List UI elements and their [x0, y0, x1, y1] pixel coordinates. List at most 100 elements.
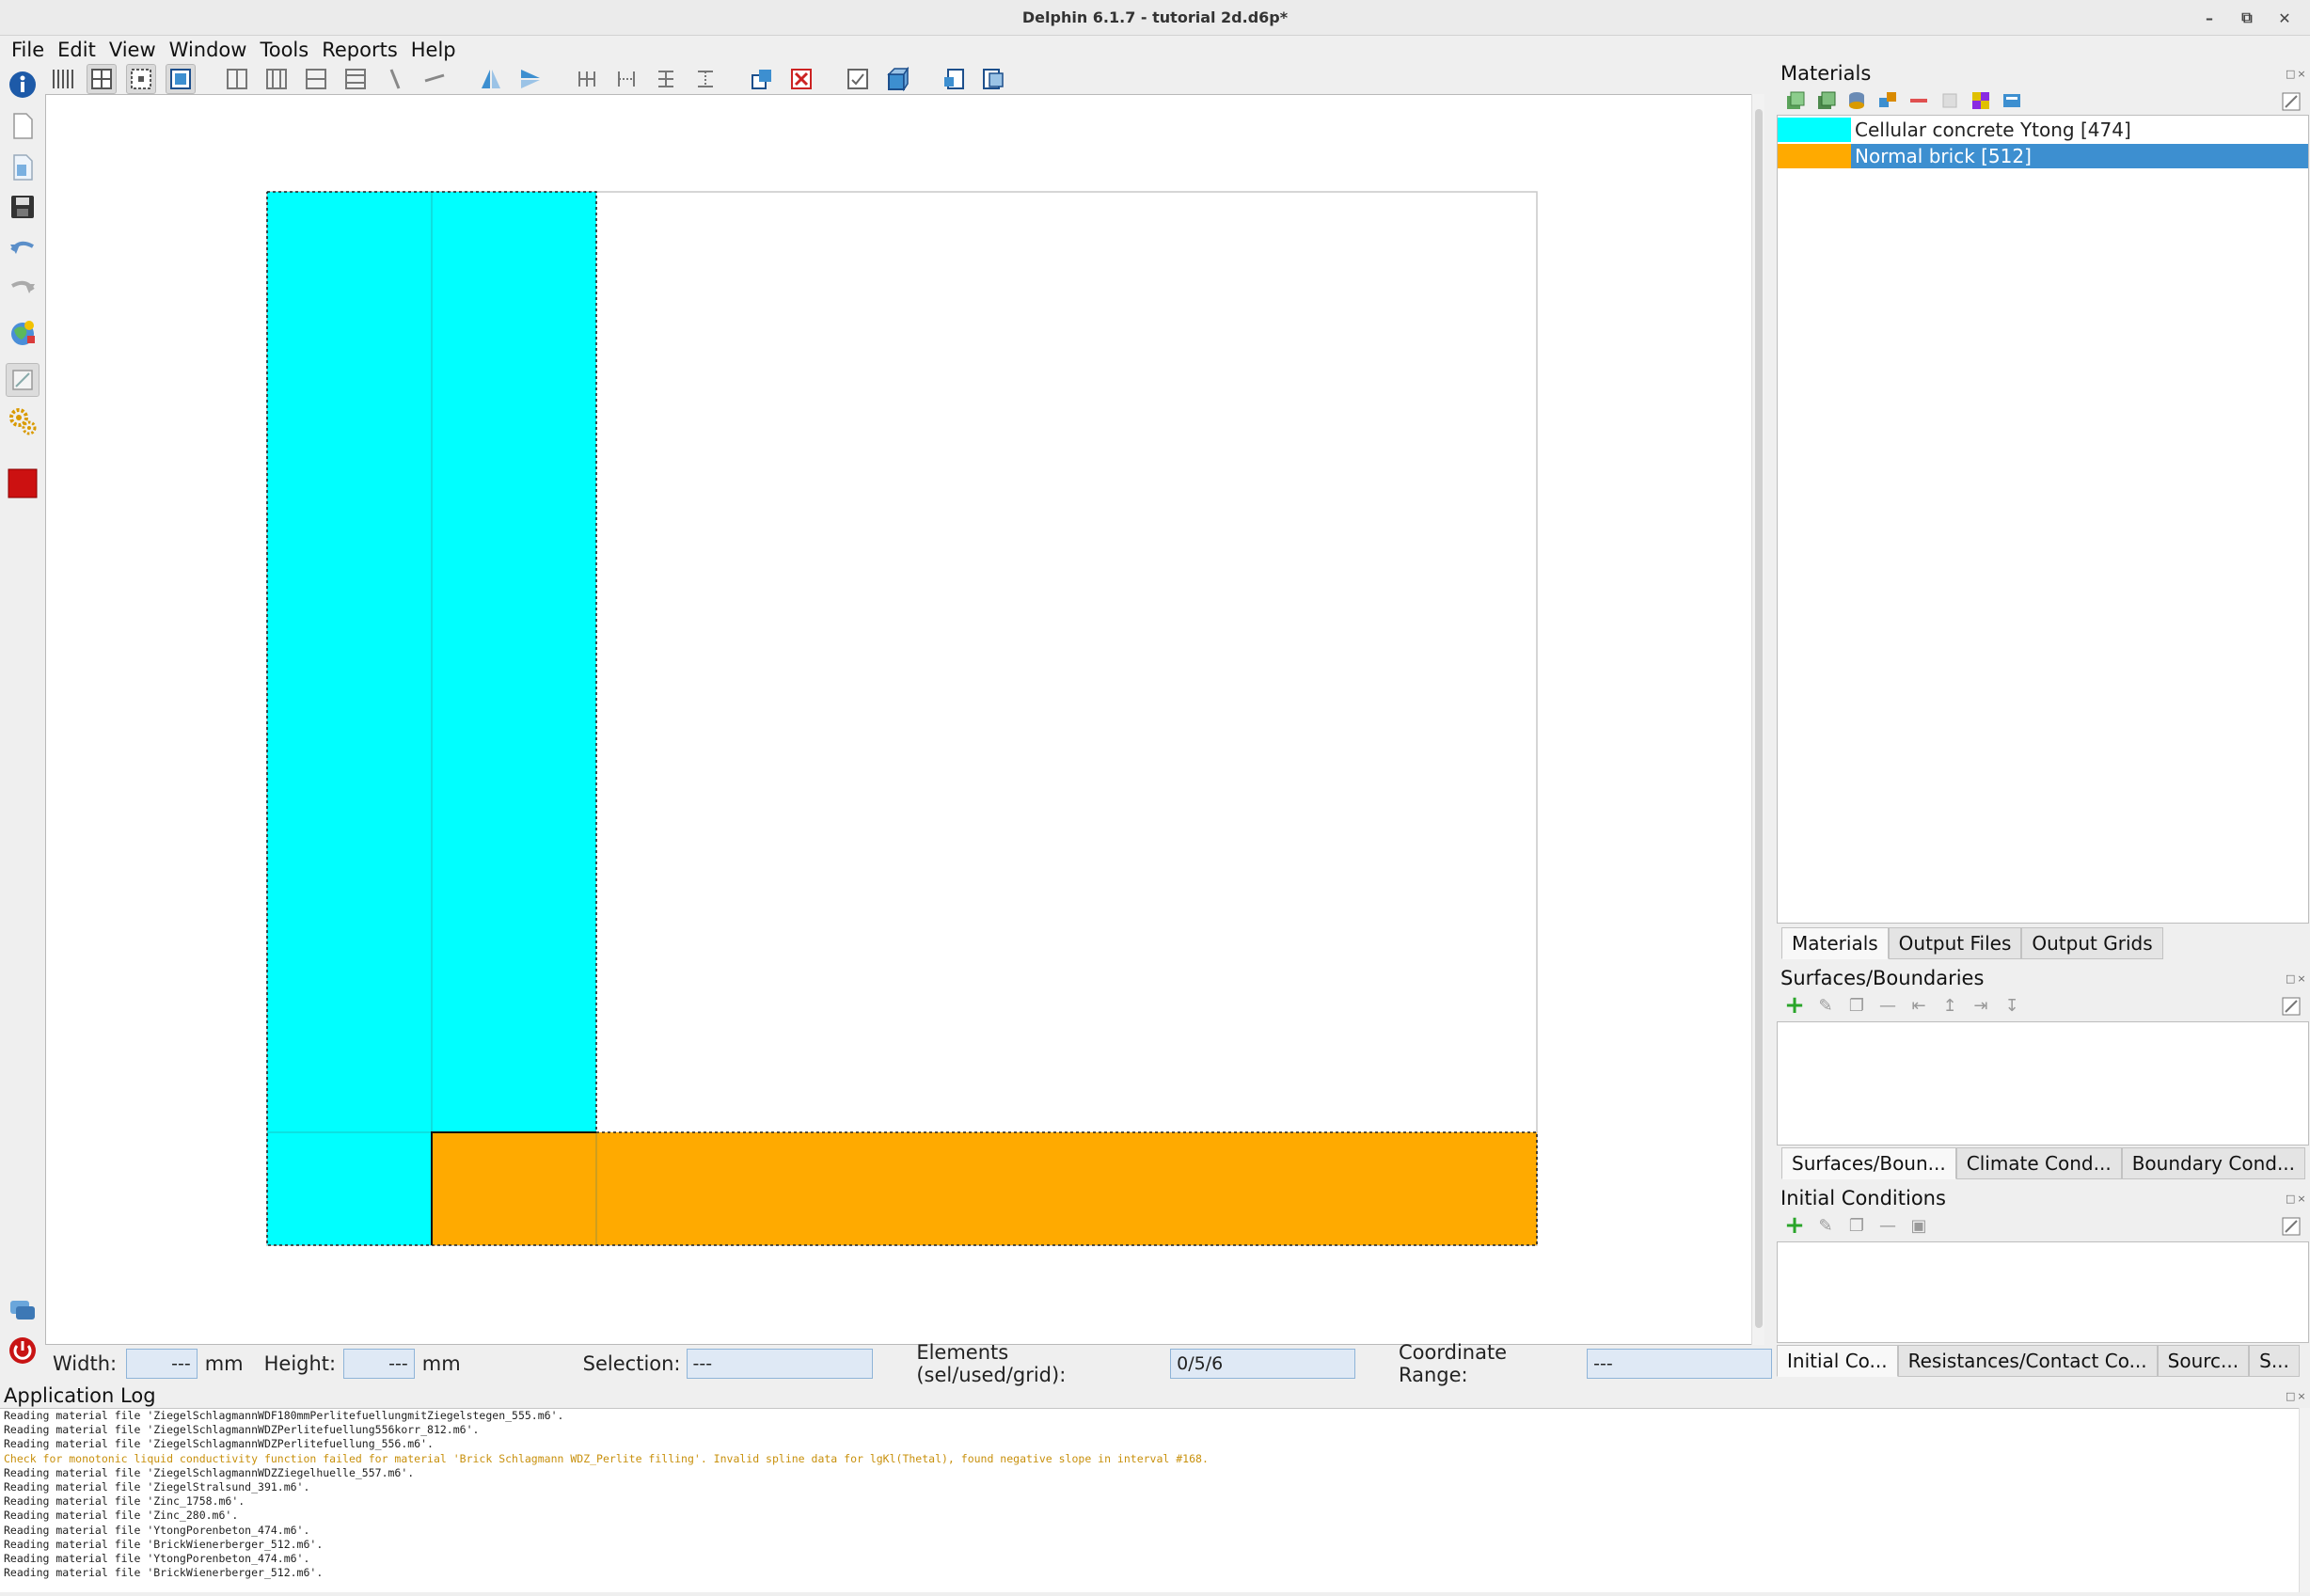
minimize-icon[interactable]: –	[2195, 6, 2223, 30]
remove-surface-icon[interactable]: —	[1876, 994, 1899, 1017]
remove-initial-condition-icon[interactable]: —	[1876, 1214, 1899, 1237]
remove-material-icon[interactable]	[1907, 89, 1930, 112]
mirror-horizontal-icon[interactable]	[476, 64, 506, 94]
replace-material-icon[interactable]	[1876, 89, 1899, 112]
chat-icon[interactable]	[6, 1294, 40, 1328]
coarsen-y-icon[interactable]	[690, 64, 720, 94]
log-line: Reading material file 'YtongPorenbeton_4…	[4, 1552, 310, 1566]
assign-region-icon[interactable]	[747, 64, 777, 94]
open-file-icon[interactable]	[6, 150, 40, 184]
assign-mode-icon[interactable]	[87, 64, 117, 94]
split-columns-icon[interactable]	[261, 64, 292, 94]
log-line: Reading material file 'Zinc_1758.m6'.	[4, 1494, 245, 1509]
climate-icon[interactable]	[6, 316, 40, 350]
copy-initial-condition-icon[interactable]: ❐	[1845, 1214, 1868, 1237]
refine-x-icon[interactable]	[572, 64, 602, 94]
tab-s[interactable]: S...	[2249, 1345, 2300, 1377]
initial-condition-info-icon[interactable]: ▣	[1907, 1214, 1930, 1237]
selection-field[interactable]: ---	[686, 1349, 874, 1379]
tab-boundary-conditions[interactable]: Boundary Cond...	[2121, 1147, 2306, 1179]
mirror-vertical-icon[interactable]	[515, 64, 546, 94]
assign-left-icon[interactable]: ⇤	[1907, 994, 1930, 1017]
split-rows-icon[interactable]	[340, 64, 371, 94]
tab-output-files[interactable]: Output Files	[1888, 927, 2022, 959]
elements-field[interactable]: 0/5/6	[1170, 1349, 1355, 1379]
add-material-icon[interactable]	[1783, 89, 1806, 112]
surfaces-dock-float-close-icon[interactable]: □×	[2286, 972, 2308, 985]
assign-bottom-icon[interactable]: ↧	[2001, 994, 2023, 1017]
canvas-vertical-scrollbar[interactable]	[1751, 94, 1764, 1345]
grid-lines-icon[interactable]	[47, 64, 77, 94]
surfaces-edit-icon[interactable]	[2280, 995, 2302, 1018]
assign-top-icon[interactable]: ↥	[1938, 994, 1961, 1017]
application-log[interactable]: Reading material file 'ZiegelSchlagmannW…	[0, 1408, 2299, 1592]
tab-resistances-contact[interactable]: Resistances/Contact Co...	[1897, 1345, 2158, 1377]
materials-dock-float-close-icon[interactable]: □×	[2286, 68, 2308, 80]
undo-icon[interactable]	[6, 231, 40, 265]
log-dock-float-close-icon[interactable]: □×	[2286, 1390, 2308, 1402]
materials-edit-icon[interactable]	[2280, 90, 2302, 113]
coarsen-x-icon[interactable]	[611, 64, 641, 94]
tab-surfaces-boundaries[interactable]: Surfaces/Boun...	[1781, 1147, 1956, 1179]
delete-assignment-icon[interactable]	[786, 64, 816, 94]
close-icon[interactable]: ✕	[2270, 6, 2299, 30]
tab-initial-conditions[interactable]: Initial Co...	[1777, 1345, 1898, 1377]
menu-window[interactable]: Window	[164, 39, 253, 61]
material-db-icon[interactable]	[1845, 89, 1868, 112]
check-construction-icon[interactable]	[843, 64, 873, 94]
generate-grid-icon[interactable]	[882, 64, 912, 94]
grid-select-icon[interactable]	[126, 64, 156, 94]
material-row-ytong[interactable]: Cellular concrete Ytong [474]	[1778, 118, 2308, 142]
material-export-icon[interactable]	[2001, 89, 2023, 112]
add-from-db-icon[interactable]	[1814, 89, 1837, 112]
new-file-icon[interactable]	[6, 109, 40, 143]
split-row-icon[interactable]	[301, 64, 331, 94]
menu-help[interactable]: Help	[405, 39, 462, 61]
quit-icon[interactable]	[6, 1334, 40, 1367]
tab-materials[interactable]: Materials	[1781, 927, 1889, 959]
refine-y-icon[interactable]	[651, 64, 681, 94]
split-column-icon[interactable]	[222, 64, 252, 94]
import-icon[interactable]	[978, 64, 1008, 94]
save-icon[interactable]	[6, 190, 40, 224]
menu-tools[interactable]: Tools	[254, 39, 314, 61]
solver-settings-icon[interactable]	[6, 404, 40, 438]
width-unit: mm	[204, 1352, 244, 1375]
material-info-icon[interactable]	[1938, 89, 1961, 112]
tab-sources[interactable]: Sourc...	[2157, 1345, 2250, 1377]
export-icon[interactable]	[939, 64, 969, 94]
view-mode-icon[interactable]	[166, 64, 196, 94]
info-icon[interactable]	[6, 68, 40, 102]
add-initial-condition-icon[interactable]: +	[1783, 1211, 1806, 1240]
menu-view[interactable]: View	[103, 39, 162, 61]
construction-canvas[interactable]	[45, 94, 1761, 1345]
material-colors-icon[interactable]	[1970, 89, 1992, 112]
height-field[interactable]: ---	[343, 1349, 415, 1379]
menu-file[interactable]: File	[6, 39, 50, 61]
material-row-brick[interactable]: Normal brick [512]	[1778, 144, 2308, 168]
tab-climate-conditions[interactable]: Climate Cond...	[1955, 1147, 2122, 1179]
delete-column-icon[interactable]	[380, 64, 410, 94]
restore-icon[interactable]: ⧉	[2233, 6, 2261, 30]
width-field[interactable]: ---	[126, 1349, 198, 1379]
initial-dock-float-close-icon[interactable]: □×	[2286, 1193, 2308, 1205]
log-scrollbar[interactable]	[2299, 1408, 2310, 1592]
edit-surface-icon[interactable]: ✎	[1814, 994, 1837, 1017]
materials-list[interactable]: Cellular concrete Ytong [474] Normal bri…	[1777, 115, 2309, 924]
copy-surface-icon[interactable]: ❐	[1845, 994, 1868, 1017]
edit-initial-condition-icon[interactable]: ✎	[1814, 1214, 1837, 1237]
add-surface-icon[interactable]: +	[1783, 991, 1806, 1019]
delete-row-icon[interactable]	[419, 64, 450, 94]
stop-icon[interactable]	[6, 466, 40, 500]
scrollbar-thumb[interactable]	[1755, 109, 1763, 1328]
initial-edit-icon[interactable]	[2280, 1215, 2302, 1238]
tab-output-grids[interactable]: Output Grids	[2021, 927, 2163, 959]
coordinate-range-field[interactable]: ---	[1587, 1349, 1772, 1379]
initial-conditions-list[interactable]	[1777, 1241, 2309, 1343]
assign-right-icon[interactable]: ⇥	[1970, 994, 1992, 1017]
construction-mode-icon[interactable]	[6, 363, 40, 397]
menu-reports[interactable]: Reports	[316, 39, 403, 61]
surfaces-list[interactable]	[1777, 1021, 2309, 1146]
menu-edit[interactable]: Edit	[52, 39, 102, 61]
redo-icon[interactable]	[6, 271, 40, 305]
